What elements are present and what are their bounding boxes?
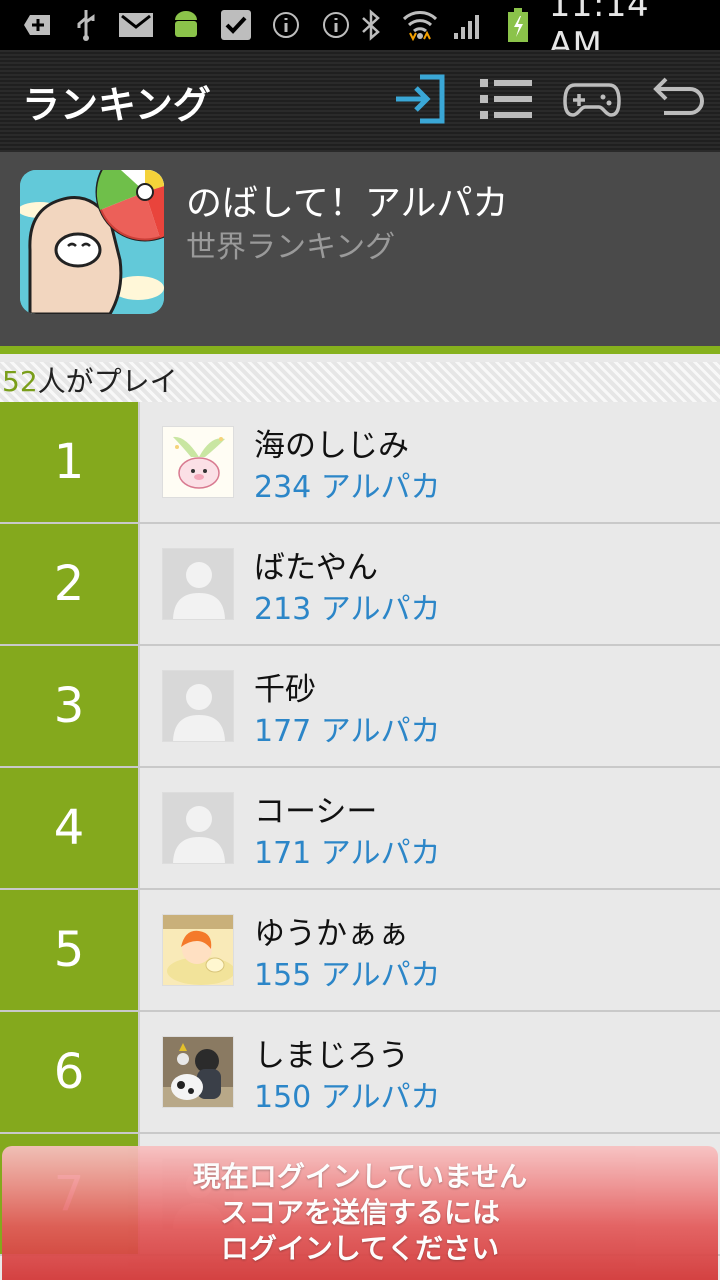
player-name: ばたやん — [254, 550, 378, 586]
player-score: 177 アルパカ — [254, 714, 441, 749]
ranking-row[interactable]: 6 しまじろう 150 アルパカ — [0, 1012, 720, 1134]
login-icon — [392, 71, 448, 131]
player-name: コーシー — [254, 794, 378, 830]
player-name: 千砂 — [254, 672, 316, 708]
avatar — [162, 426, 234, 498]
player-name: しまじろう — [254, 1038, 409, 1074]
gmail-icon — [118, 10, 154, 40]
ranking-row[interactable]: 3 千砂 177 アルパカ — [0, 646, 720, 768]
page-title: ランキング — [22, 82, 211, 127]
info-icon — [318, 10, 354, 40]
rank-number: 6 — [0, 1012, 140, 1132]
wifi-icon — [402, 10, 438, 41]
bluetooth-icon — [354, 9, 388, 41]
login-button[interactable] — [388, 69, 452, 133]
usb-icon — [68, 10, 104, 41]
list-button[interactable] — [474, 69, 538, 133]
game-icon-alpaca — [20, 170, 164, 314]
signal-icon — [452, 10, 486, 40]
ranking-row[interactable]: 5 ゆうかぁぁ 155 アルパカ — [0, 890, 720, 1012]
default-avatar-icon — [162, 548, 234, 620]
player-score: 155 アルパカ — [254, 958, 441, 993]
ranking-list: 1 海のしじみ 234 アルパカ 2 ばたやん 213 アルパカ 3 千砂 17… — [0, 402, 720, 1256]
game-subtitle: 世界ランキング — [186, 230, 396, 265]
ranking-row[interactable]: 4 コーシー 171 アルパカ — [0, 768, 720, 890]
status-bar: 11:14 AM — [0, 0, 720, 65]
plus-icon — [18, 10, 54, 40]
game-title: のばして！アルパカ — [186, 183, 509, 224]
avatar — [162, 914, 234, 986]
game-header: のばして！アルパカ 世界ランキング — [0, 152, 720, 354]
list-icon — [478, 75, 534, 127]
player-name: 海のしじみ — [254, 428, 409, 464]
default-avatar-icon — [162, 792, 234, 864]
toast-line-2: スコアを送信するには — [219, 1196, 500, 1229]
rank-number: 1 — [0, 402, 140, 522]
player-name: ゆうかぁぁ — [254, 916, 409, 952]
play-count: 52人がプレイ — [0, 362, 720, 402]
gamepad-icon — [563, 79, 621, 123]
check-icon — [218, 10, 254, 40]
games-button[interactable] — [560, 69, 624, 133]
login-required-toast[interactable]: 現在ログインしていません スコアを送信するには ログインしてください — [2, 1146, 718, 1280]
ranking-row[interactable]: 1 海のしじみ 234 アルパカ — [0, 402, 720, 524]
player-score: 234 アルパカ — [254, 470, 441, 505]
toast-line-3: ログインしてください — [220, 1232, 500, 1265]
ranking-row[interactable]: 2 ばたやん 213 アルパカ — [0, 524, 720, 646]
player-score: 150 アルパカ — [254, 1080, 441, 1115]
rank-number: 3 — [0, 646, 140, 766]
action-bar: ランキング — [0, 50, 720, 152]
avatar — [162, 1036, 234, 1108]
battery-charging-icon — [500, 8, 534, 42]
ranking-screen: 11:14 AM ランキング のばして！アルパカ 世界ランキング 52人がプレイ… — [0, 0, 720, 1280]
android-icon — [168, 10, 204, 40]
info-icon — [268, 10, 304, 40]
play-count-label: 人がプレイ — [37, 365, 178, 398]
rank-number: 2 — [0, 524, 140, 644]
default-avatar-icon — [162, 670, 234, 742]
player-score: 171 アルパカ — [254, 836, 441, 871]
player-score: 213 アルパカ — [254, 592, 441, 627]
rank-number: 5 — [0, 890, 140, 1010]
toast-line-1: 現在ログインしていません — [192, 1160, 528, 1193]
back-icon — [650, 75, 706, 127]
play-count-number: 52 — [2, 365, 38, 398]
rank-number: 4 — [0, 768, 140, 888]
back-button[interactable] — [646, 69, 710, 133]
